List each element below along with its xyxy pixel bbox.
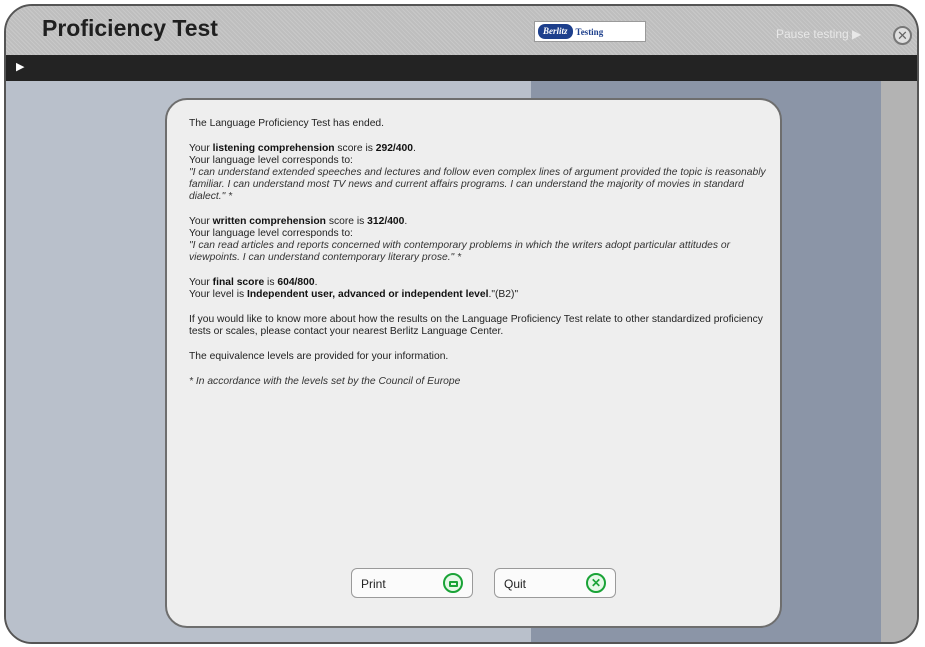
print-button[interactable]: Print — [351, 568, 473, 598]
written-section: Your written comprehension score is 312/… — [189, 216, 769, 264]
intro-text: The Language Proficiency Test has ended. — [189, 118, 385, 129]
footnote: * In accordance with the levels set by t… — [189, 376, 769, 388]
listening-section: Your listening comprehension score is 29… — [189, 143, 769, 203]
final-score: 604/800 — [277, 277, 315, 288]
listening-score: 292/400 — [375, 143, 413, 154]
footnote-text: * In accordance with the levels set by t… — [189, 376, 461, 387]
close-icon[interactable]: ✕ — [893, 26, 912, 45]
written-end: . — [404, 216, 408, 227]
listening-prefix: Your — [189, 143, 213, 154]
quit-button[interactable]: Quit ✕ — [494, 568, 616, 598]
more-info-text: If you would like to know more about how… — [189, 314, 763, 337]
results-panel: The Language Proficiency Test has ended.… — [165, 98, 782, 628]
listening-level-intro: Your language level corresponds to: — [189, 155, 353, 166]
final-section: Your final score is 604/800. Your level … — [189, 277, 769, 301]
written-score: 312/400 — [367, 216, 405, 227]
app-title: Proficiency Test — [42, 15, 218, 41]
written-description: "I can read articles and reports concern… — [189, 240, 731, 263]
written-skill: written comprehension — [212, 216, 326, 227]
written-prefix: Your — [189, 216, 213, 227]
final-level-prefix: Your level is — [189, 289, 248, 300]
berlitz-testing-logo: Berlitz Testing — [534, 21, 646, 42]
listening-end: . — [412, 143, 416, 154]
final-prefix: Your — [189, 277, 213, 288]
printer-icon — [443, 573, 463, 593]
play-icon[interactable]: ▶ — [16, 60, 24, 73]
logo-mark: Berlitz — [538, 24, 573, 39]
written-level-intro: Your language level corresponds to: — [189, 228, 353, 239]
final-level: Independent user, advanced or independen… — [247, 289, 489, 300]
final-end: . — [314, 277, 318, 288]
print-label: Print — [361, 577, 386, 591]
final-label: final score — [212, 277, 265, 288]
title-bar: Proficiency Test Berlitz Testing Pause t… — [6, 6, 917, 56]
app-window: Proficiency Test Berlitz Testing Pause t… — [4, 4, 919, 644]
final-mid: is — [264, 277, 278, 288]
equivalence-note: The equivalence levels are provided for … — [189, 351, 449, 362]
listening-skill: listening comprehension — [212, 143, 335, 154]
pause-testing-link[interactable]: Pause testing ▶ — [776, 27, 861, 41]
close-circle-icon: ✕ — [586, 573, 606, 593]
toolbar: ▶ — [6, 55, 917, 81]
background-right — [881, 81, 917, 642]
results-content: The Language Proficiency Test has ended.… — [189, 118, 769, 401]
listening-description: "I can understand extended speeches and … — [189, 167, 766, 202]
listening-mid: score is — [334, 143, 376, 154]
logo-word: Testing — [575, 26, 604, 37]
final-level-suffix: ."(B2)" — [488, 289, 519, 300]
written-mid: score is — [325, 216, 368, 227]
quit-label: Quit — [504, 577, 527, 591]
